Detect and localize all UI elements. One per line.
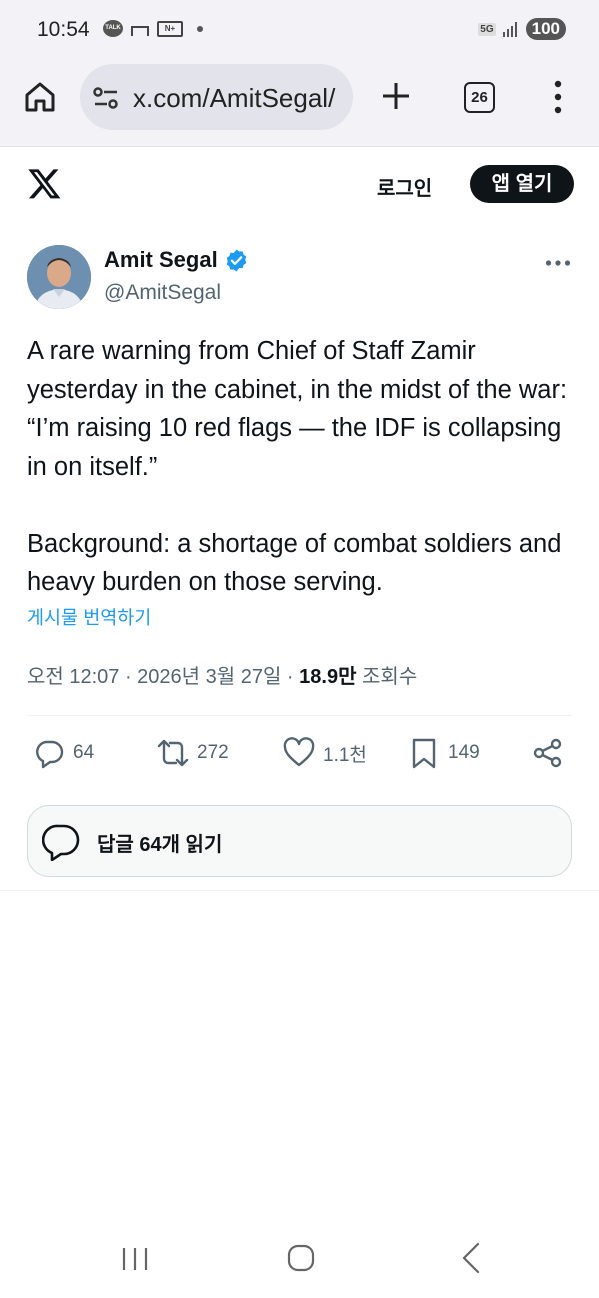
read-replies-button[interactable]: 답글 64개 읽기 [27, 805, 572, 877]
login-link[interactable]: 로그인 [377, 172, 432, 201]
signal-icon [502, 22, 517, 37]
battery-level: 100 [525, 18, 566, 40]
new-tab-icon[interactable] [380, 80, 412, 112]
open-app-button[interactable]: 앱 열기 [470, 165, 574, 203]
bookmark-action[interactable]: 149 [408, 736, 480, 770]
repost-action[interactable]: 272 [157, 736, 229, 770]
status-indicators: 5G 100 [478, 18, 566, 40]
bookmark-icon [412, 738, 436, 769]
replies-bubble-icon [42, 824, 80, 861]
author-name-row[interactable]: Amit Segal [104, 247, 249, 273]
browser-menu-icon[interactable] [552, 80, 564, 114]
notification-icons: TALK N+ [103, 20, 203, 37]
avatar-photo [27, 245, 91, 309]
back-icon[interactable] [460, 1242, 482, 1274]
repost-count: 272 [197, 742, 229, 763]
reply-icon [36, 740, 64, 769]
news-icon: N+ [157, 20, 183, 37]
x-header: 로그인 앱 열기 [0, 146, 599, 226]
system-nav-bar [0, 1218, 599, 1298]
bookmark-count: 149 [448, 742, 480, 763]
read-replies-label: 답글 64개 읽기 [97, 834, 223, 856]
heart-icon [283, 737, 315, 767]
translate-post-link[interactable]: 게시물 번역하기 [27, 604, 151, 630]
reply-action[interactable]: 64 [33, 736, 94, 770]
home-button-icon[interactable] [287, 1244, 315, 1272]
divider [0, 890, 599, 891]
avatar[interactable] [27, 245, 91, 309]
share-action[interactable] [532, 736, 564, 770]
like-action[interactable]: 1.1천 [283, 736, 367, 770]
views-label: 조회수 [356, 666, 418, 688]
x-logo-icon[interactable] [27, 166, 62, 201]
reply-count: 64 [73, 742, 95, 763]
url-text[interactable]: x.com/AmitSegal/ [133, 83, 343, 114]
author-name[interactable]: Amit Segal [104, 247, 218, 273]
views-count: 18.9만 [299, 666, 357, 688]
site-settings-icon[interactable] [93, 86, 119, 110]
share-icon [533, 738, 562, 768]
tweet-meta: 오전 12:07 · 2026년 3월 27일 · 18.9만 조회수 [27, 660, 417, 689]
home-icon[interactable] [23, 80, 57, 114]
verified-badge-icon [226, 249, 246, 271]
tweet-timestamp[interactable]: 오전 12:07 · 2026년 3월 27일 · [27, 666, 299, 688]
address-bar[interactable]: x.com/AmitSegal/ [80, 64, 353, 130]
divider [27, 715, 572, 716]
tab-switcher-button[interactable]: 26 [464, 82, 495, 113]
repost-icon [157, 739, 189, 767]
status-bar: 10:54 TALK N+ 5G 100 [0, 0, 599, 60]
browser-toolbar: x.com/AmitSegal/ 26 [0, 60, 599, 147]
kakaotalk-icon: TALK [103, 20, 123, 37]
author-handle[interactable]: @AmitSegal [104, 281, 221, 305]
more-notifications-dot-icon [197, 25, 203, 32]
tweet-text: A rare warning from Chief of Staff Zamir… [27, 337, 568, 596]
network-type: 5G [478, 22, 496, 36]
notification-icon [131, 25, 149, 36]
status-time: 10:54 [37, 18, 90, 41]
more-options-icon[interactable] [545, 259, 571, 267]
like-count: 1.1천 [323, 744, 367, 766]
recent-apps-icon[interactable] [121, 1246, 149, 1272]
